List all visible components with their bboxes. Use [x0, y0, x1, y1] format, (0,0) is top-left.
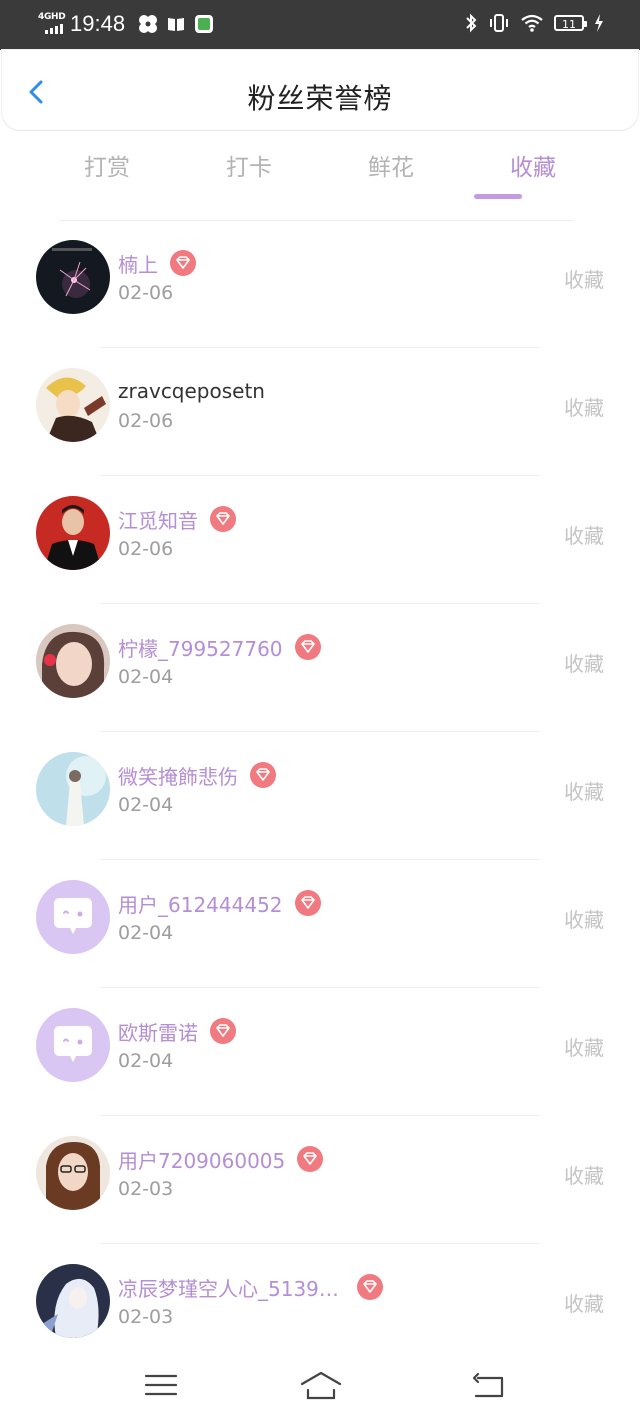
diamond-icon	[250, 762, 276, 788]
page-title: 粉丝荣誉榜	[247, 82, 393, 115]
home-button[interactable]	[299, 1368, 343, 1402]
fan-name: 微笑掩飾悲伤	[118, 764, 238, 789]
fan-name: 欧斯雷诺	[118, 1020, 198, 1045]
diamond-icon	[210, 506, 236, 532]
fan-date: 02-06	[118, 538, 174, 560]
diamond-icon	[297, 1146, 324, 1172]
tab-flowers[interactable]: 鲜花	[320, 140, 462, 196]
list-item[interactable]: 用户_612444452 02-04 收藏	[0, 860, 640, 988]
avatar[interactable]	[36, 1264, 110, 1338]
diamond-icon	[210, 1018, 236, 1044]
fan-name: 用户7209060005	[118, 1148, 286, 1173]
action-label: 收藏	[564, 396, 604, 420]
list-item[interactable]: 柠檬_799527760 02-04 收藏	[0, 604, 640, 732]
action-label: 收藏	[564, 1036, 604, 1060]
action-label: 收藏	[564, 524, 604, 548]
bluetooth-icon	[466, 13, 477, 33]
menu-icon	[144, 1374, 178, 1396]
default-avatar[interactable]	[36, 1008, 110, 1082]
avatar[interactable]	[36, 496, 110, 570]
back-icon	[472, 1372, 504, 1398]
charging-icon	[595, 14, 603, 32]
home-icon	[300, 1371, 342, 1400]
pinwheel-icon	[139, 15, 157, 33]
fan-name: 柠檬_799527760	[118, 636, 283, 661]
diamond-icon	[356, 1274, 383, 1300]
fan-name: 凉辰梦瑾空人心_5139…	[118, 1276, 339, 1301]
fan-date: 02-04	[118, 666, 174, 688]
list-item[interactable]: 楠上 02-06 收藏	[0, 220, 640, 348]
vibrate-icon	[490, 14, 508, 32]
diamond-icon	[170, 250, 196, 276]
action-label: 收藏	[564, 1292, 604, 1316]
fan-date: 02-03	[118, 1306, 174, 1328]
fan-list: 楠上 02-06 收藏 zravcqeposetn 02-06 收藏 江觅知音 …	[0, 220, 640, 1372]
avatar[interactable]	[36, 752, 110, 826]
fan-name: 江觅知音	[118, 508, 198, 533]
action-label: 收藏	[564, 1164, 604, 1188]
fan-name: 用户_612444452	[118, 892, 283, 917]
tab-favorites[interactable]: 收藏	[462, 140, 604, 196]
back-nav-button[interactable]	[470, 1368, 510, 1402]
tab-checkin[interactable]: 打卡	[178, 140, 320, 196]
fan-date: 02-03	[118, 1178, 174, 1200]
fan-date: 02-04	[118, 794, 174, 816]
avatar[interactable]	[36, 624, 110, 698]
system-nav-bar	[0, 1350, 640, 1422]
fan-date: 02-04	[118, 1050, 174, 1072]
action-label: 收藏	[564, 908, 604, 932]
list-item[interactable]: 微笑掩飾悲伤 02-04 收藏	[0, 732, 640, 860]
battery-indicator: 11	[554, 15, 587, 31]
tab-bar: 打赏 打卡 鲜花 收藏	[36, 140, 604, 210]
active-tab-indicator	[474, 194, 522, 199]
fan-date: 02-04	[118, 922, 174, 944]
diamond-icon	[294, 634, 321, 660]
avatar[interactable]	[36, 240, 110, 314]
action-label: 收藏	[564, 268, 604, 292]
clock: 19:48	[70, 11, 126, 36]
network-type: 4GHD	[38, 12, 66, 22]
app-icon	[195, 15, 213, 33]
fan-date: 02-06	[118, 282, 174, 304]
list-item[interactable]: 用户7209060005 02-03 收藏	[0, 1116, 640, 1244]
action-label: 收藏	[564, 652, 604, 676]
avatar[interactable]	[36, 368, 110, 442]
book-icon	[168, 18, 184, 31]
diamond-icon	[294, 890, 321, 916]
fan-date: 02-06	[118, 410, 174, 432]
status-bar: 4GHD 19:48 11	[0, 0, 640, 50]
list-item[interactable]: 江觅知音 02-06 收藏	[0, 476, 640, 604]
tab-reward[interactable]: 打赏	[36, 140, 178, 196]
menu-button[interactable]	[141, 1368, 181, 1402]
action-label: 收藏	[564, 780, 604, 804]
default-avatar[interactable]	[36, 880, 110, 954]
avatar[interactable]	[36, 1136, 110, 1210]
fan-name: 楠上	[118, 252, 158, 277]
fan-name: zravcqeposetn	[118, 379, 265, 403]
signal-icon	[45, 24, 63, 34]
list-item[interactable]: zravcqeposetn 02-06 收藏	[0, 348, 640, 476]
wifi-icon	[521, 14, 543, 32]
list-item[interactable]: 欧斯雷诺 02-04 收藏	[0, 988, 640, 1116]
